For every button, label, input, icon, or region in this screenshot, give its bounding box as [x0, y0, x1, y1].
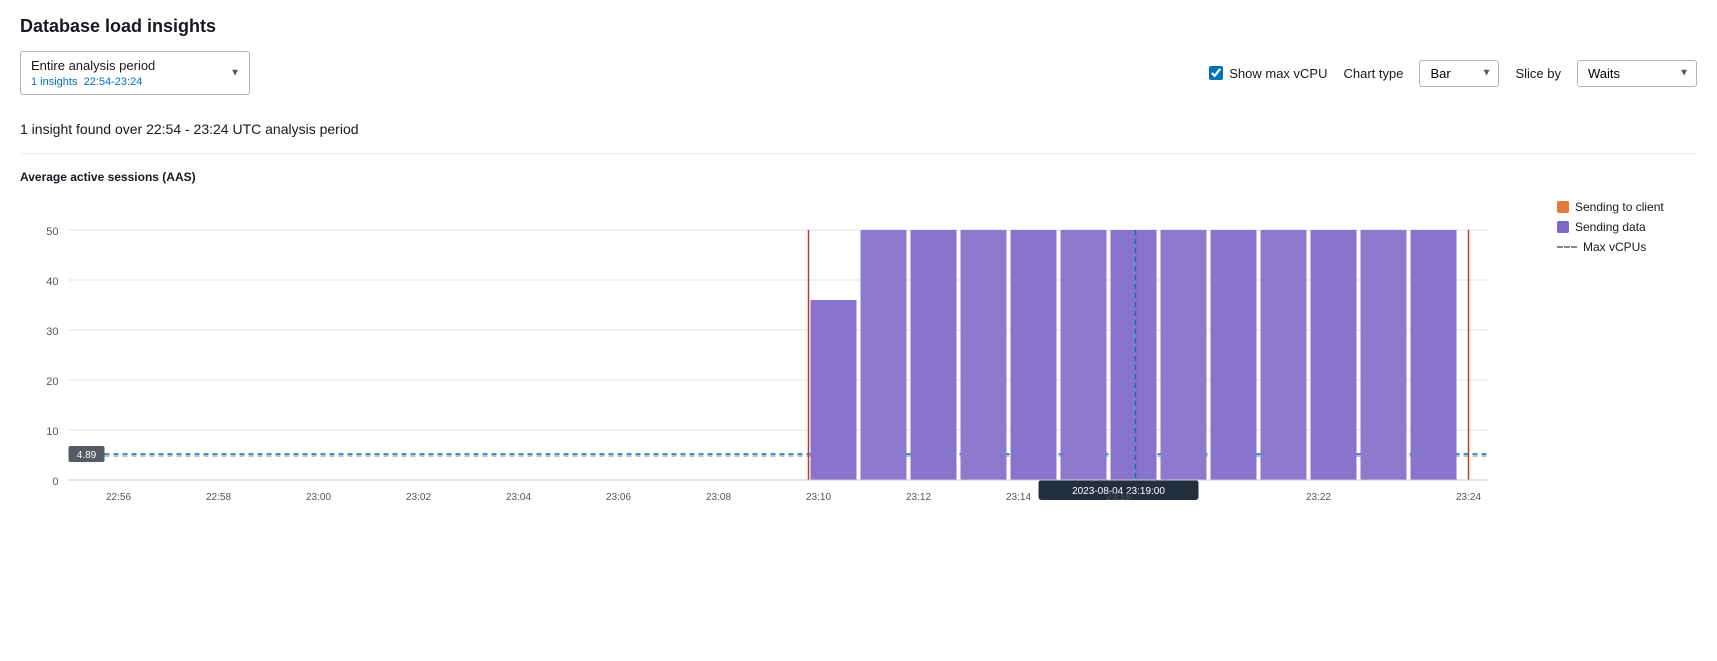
show-max-vcpu-label: Show max vCPU — [1229, 66, 1327, 81]
legend-label-max-vcpus: Max vCPUs — [1583, 240, 1646, 254]
chart-legend: Sending to client Sending data Max vCPUs — [1537, 190, 1697, 260]
x-label-2314: 23:14 — [1006, 492, 1031, 503]
legend-swatch-purple — [1557, 221, 1569, 233]
show-max-vcpu-checkbox[interactable] — [1209, 66, 1223, 80]
x-label-2316: 23:16 — [1106, 492, 1131, 503]
page-title: Database load insights — [20, 16, 1697, 37]
slice-by-select-wrapper: Waits SQL Host User ▼ — [1577, 60, 1697, 87]
chart-type-select-wrapper: Bar Line ▼ — [1419, 60, 1499, 87]
slice-by-select[interactable]: Waits SQL Host User — [1577, 60, 1697, 87]
chart-type-label: Chart type — [1343, 66, 1403, 81]
chart-inner: 0 10 20 30 40 50 — [20, 190, 1697, 533]
show-max-vcpu-control: Show max vCPU — [1209, 66, 1327, 81]
legend-item-sending-data: Sending data — [1557, 220, 1697, 234]
x-label-2256: 22:56 — [106, 492, 131, 503]
chart-title: Average active sessions (AAS) — [20, 170, 1697, 184]
x-label-2306: 23:06 — [606, 492, 631, 503]
legend-label-sending-data: Sending data — [1575, 220, 1646, 234]
x-label-2312: 23:12 — [906, 492, 931, 503]
x-label-2310: 23:10 — [806, 492, 831, 503]
bar-11 — [1311, 230, 1357, 480]
analysis-period-dropdown[interactable]: Entire analysis period 1 insights 22:54-… — [20, 51, 250, 95]
chart-svg: 0 10 20 30 40 50 — [20, 190, 1537, 530]
bar-12 — [1361, 230, 1407, 480]
bar-6 — [1061, 230, 1107, 480]
legend-swatch-orange — [1557, 201, 1569, 213]
bar-4 — [961, 230, 1007, 480]
slice-by-label: Slice by — [1515, 66, 1561, 81]
bar-7 — [1111, 230, 1157, 480]
legend-item-max-vcpus: Max vCPUs — [1557, 240, 1697, 254]
bar-9 — [1211, 230, 1257, 480]
x-label-2308: 23:08 — [706, 492, 731, 503]
vcpu-badge-value: 4.89 — [77, 450, 97, 461]
y-label-10: 10 — [46, 426, 58, 438]
x-label-2322: 23:22 — [1306, 492, 1331, 503]
bar-2 — [861, 230, 907, 480]
x-label-2300: 23:00 — [306, 492, 331, 503]
analysis-period-chevron-icon: ▼ — [230, 68, 240, 79]
x-label-2324: 23:24 — [1456, 492, 1481, 503]
legend-item-sending-to-client: Sending to client — [1557, 200, 1697, 214]
bar-13 — [1411, 230, 1457, 480]
bar-10 — [1261, 230, 1307, 480]
bar-5 — [1011, 230, 1057, 480]
insight-summary: 1 insight found over 22:54 - 23:24 UTC a… — [20, 111, 1697, 154]
y-label-50: 50 — [46, 226, 58, 238]
x-label-2258: 22:58 — [206, 492, 231, 503]
analysis-period-main-label: Entire analysis period — [31, 58, 219, 73]
x-label-2304: 23:04 — [506, 492, 531, 503]
y-label-20: 20 — [46, 376, 58, 388]
y-label-0: 0 — [52, 476, 58, 488]
bar-3 — [911, 230, 957, 480]
y-label-40: 40 — [46, 276, 58, 288]
bar-23-14 — [811, 300, 857, 480]
analysis-period-sub-label: 1 insights 22:54-23:24 — [31, 76, 142, 88]
chart-svg-container: 0 10 20 30 40 50 — [20, 190, 1537, 533]
legend-line-max-vcpus — [1557, 246, 1577, 248]
controls-row: Entire analysis period 1 insights 22:54-… — [20, 51, 1697, 95]
bar-8 — [1161, 230, 1207, 480]
chart-type-select[interactable]: Bar Line — [1419, 60, 1499, 87]
y-label-30: 30 — [46, 326, 58, 338]
legend-label-sending-to-client: Sending to client — [1575, 200, 1664, 214]
chart-area: Average active sessions (AAS) 0 10 20 30… — [20, 170, 1697, 543]
x-label-2302: 23:02 — [406, 492, 431, 503]
